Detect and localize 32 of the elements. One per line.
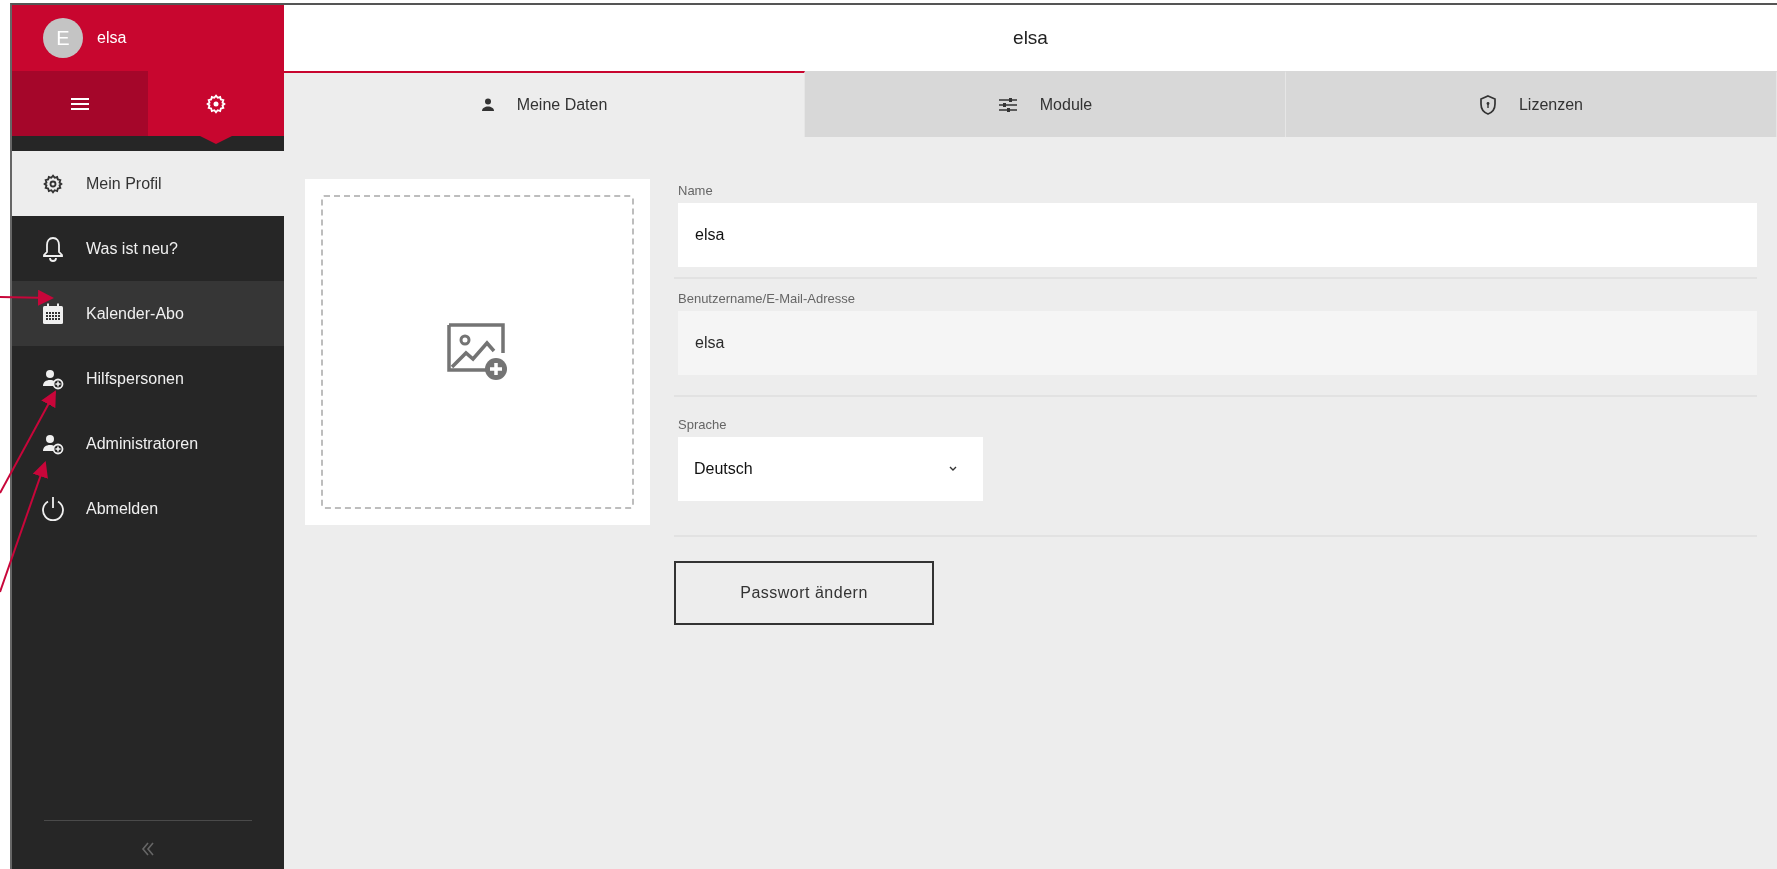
chevron-down-icon — [949, 466, 957, 472]
field-label: Sprache — [678, 417, 728, 432]
sliders-icon — [997, 98, 1018, 112]
user-name: elsa — [97, 29, 127, 47]
annotation-arrow — [0, 289, 54, 306]
person-add-icon — [42, 367, 64, 390]
menu-button[interactable] — [12, 71, 148, 136]
field-label: Name — [678, 183, 714, 198]
calendar-icon — [42, 302, 64, 325]
menu-icon — [70, 96, 90, 111]
add-image-icon — [446, 323, 509, 381]
input-field[interactable]: elsa — [678, 203, 1757, 267]
person-icon — [480, 98, 495, 112]
tab[interactable]: Module — [805, 71, 1286, 137]
gear-icon — [43, 173, 63, 194]
shield-icon — [1478, 95, 1497, 115]
sidebar-item[interactable]: Mein Profil — [12, 151, 284, 216]
settings-button[interactable] — [148, 71, 284, 136]
page-title: elsa — [1013, 27, 1048, 49]
tab[interactable]: Meine Daten — [284, 71, 805, 137]
sidebar-item[interactable]: Kalender-Abo — [12, 281, 284, 346]
person-add-icon — [42, 432, 64, 455]
avatar: E — [43, 18, 83, 58]
language-dropdown[interactable]: Deutsch — [678, 437, 983, 501]
image-upload-area[interactable] — [321, 195, 634, 509]
field-label: Benutzername/E-Mail-Adresse — [678, 291, 857, 306]
double-chevron-icon — [141, 841, 155, 857]
tab[interactable]: Lizenzen — [1286, 71, 1777, 137]
settings-icon — [206, 93, 226, 114]
bell-icon — [42, 235, 64, 262]
change-password-button[interactable]: Passwort ändern — [674, 561, 934, 625]
power-icon — [40, 495, 66, 522]
